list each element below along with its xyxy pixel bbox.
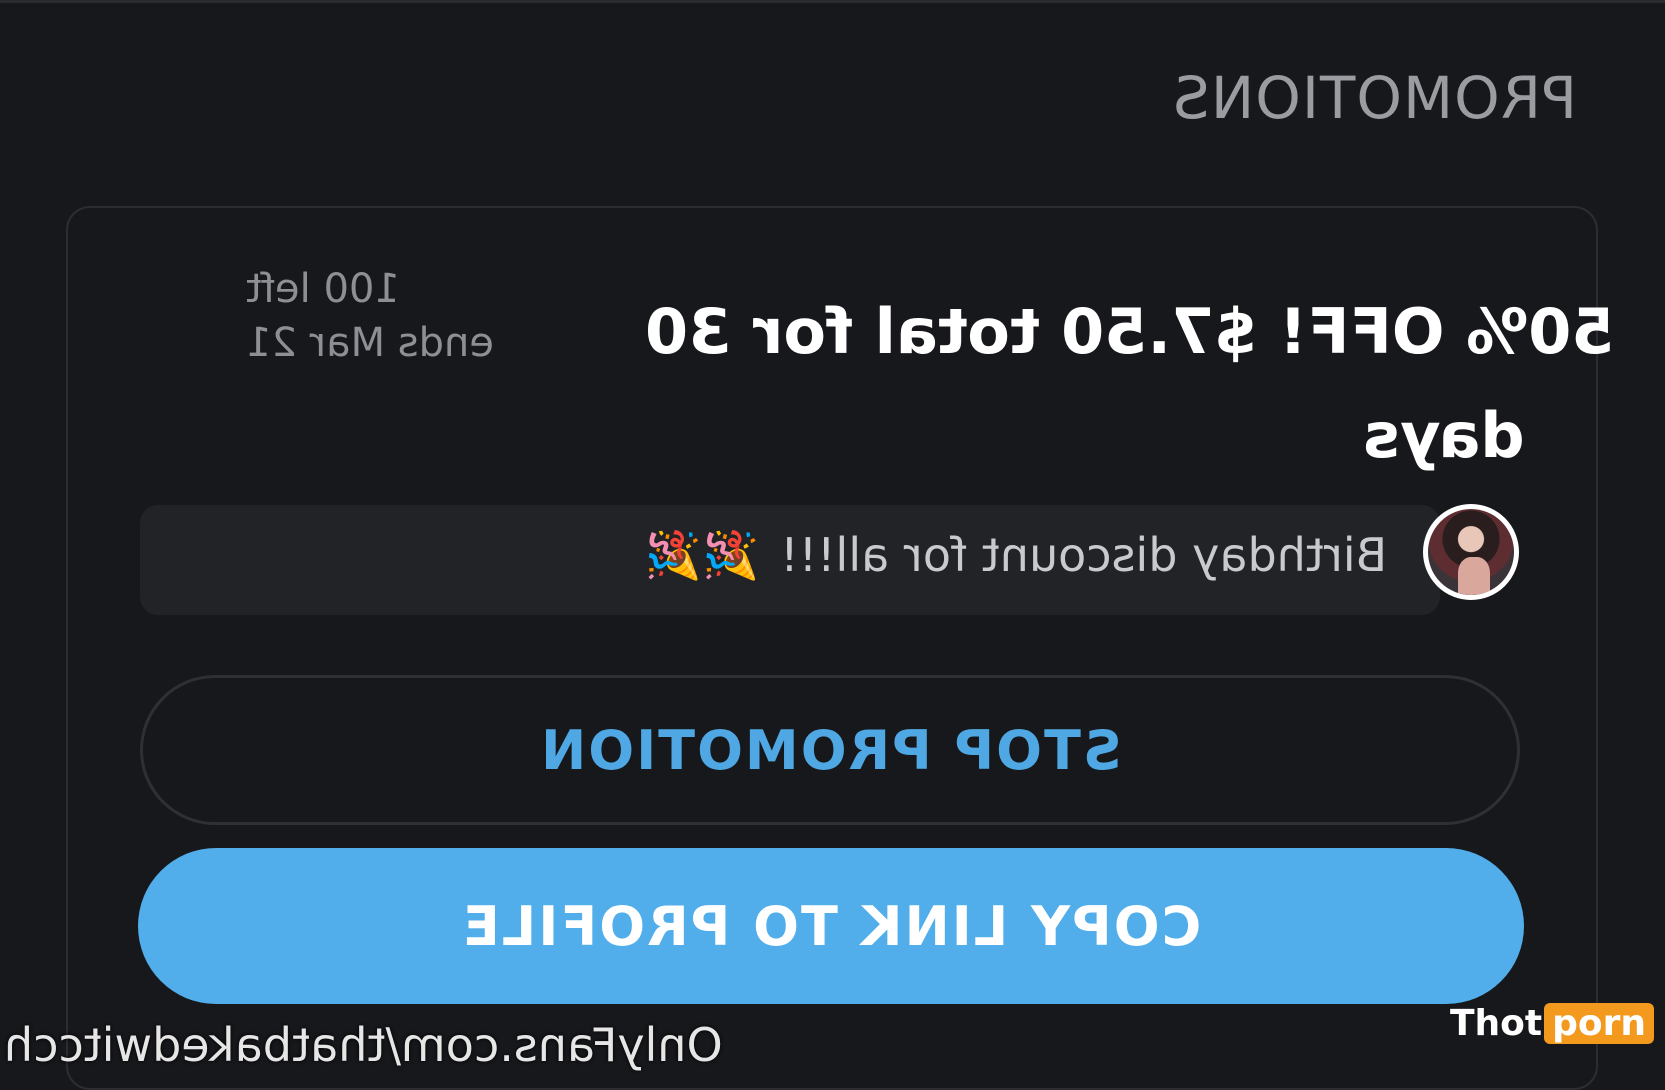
headline-line-1: 50% OFF! $7.50 total for 30 (645, 295, 1615, 368)
logo-part-2: porn (1544, 1002, 1655, 1044)
promotion-meta: 100 left ends Mar 21 (246, 262, 506, 370)
promotion-headline: 50% OFF! $7.50 total for 30 days (645, 280, 1615, 488)
section-title: PROMOTIONS (1171, 64, 1577, 132)
copy-link-button[interactable]: COPY LINK TO PROFILE (138, 848, 1524, 1004)
avatar-figure-icon (1458, 557, 1490, 595)
stop-promotion-button[interactable]: STOP PROMOTION (140, 675, 1520, 825)
top-divider (0, 0, 1665, 3)
logo-part-1: Thot (1450, 1002, 1543, 1044)
avatar[interactable] (1423, 504, 1519, 600)
promotion-message: Birthday discount for all!!! 🎉🎉 (645, 528, 1387, 583)
message-text: Birthday discount for all!!! (780, 528, 1387, 582)
headline-line-2: days (1363, 399, 1525, 472)
watermark-logo: Thot porn (1450, 998, 1655, 1048)
watermark-url: OnlyFans.com/thatbakedwitcch (4, 1018, 723, 1072)
end-date: ends Mar 21 (246, 320, 494, 366)
party-popper-icon: 🎉🎉 (644, 528, 760, 582)
remaining-count: 100 left (246, 266, 400, 312)
